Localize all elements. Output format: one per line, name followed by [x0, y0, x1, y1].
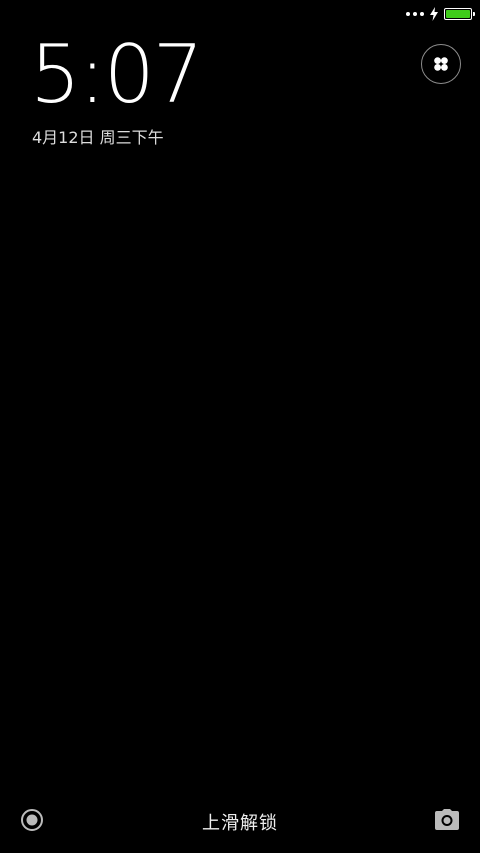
battery-icon: [444, 8, 475, 20]
bottom-shortcut-bar: 上滑解锁: [0, 805, 480, 835]
camera-shortcut-button[interactable]: [434, 808, 460, 832]
camera-icon: [435, 809, 459, 830]
lightning-icon: [430, 7, 438, 21]
signal-dots-icon: [406, 12, 424, 16]
lock-screen-clock: 5:07: [30, 28, 204, 121]
four-petal-flower-icon: [434, 57, 448, 71]
status-bar: [406, 6, 475, 22]
battery-level-fill: [446, 10, 470, 18]
lock-screen-date: 4月12日 周三下午: [32, 128, 164, 147]
widget-button[interactable]: [421, 44, 461, 84]
swipe-up-unlock-hint[interactable]: 上滑解锁: [0, 809, 480, 835]
